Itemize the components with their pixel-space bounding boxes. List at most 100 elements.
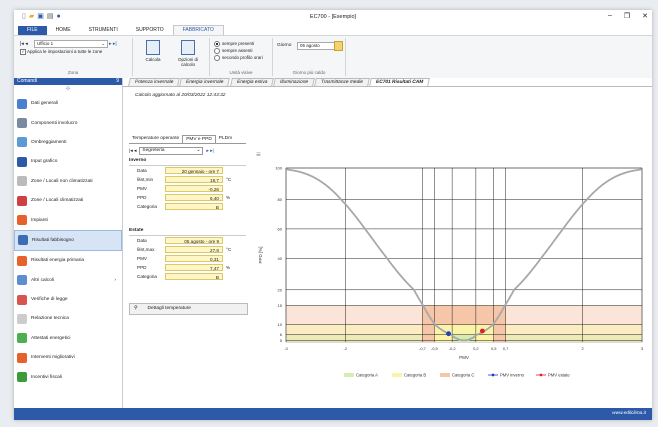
tab-strumenti[interactable]: STRUMENTI [80,26,127,35]
leaf-icon [17,372,27,383]
wall-icon [17,118,27,129]
row-label: PMV [137,186,147,191]
sidebar-item[interactable]: Altri calcoli › [14,271,122,290]
calendar-icon[interactable] [334,41,343,51]
legend-label: PMV inverno [500,373,525,378]
inverno-title: Inverno [129,158,246,166]
giorno-select[interactable]: 05 agosto [297,42,335,50]
tab-fabbricato[interactable]: FABBRICATO [172,25,224,35]
sidebar-item-label: Zone / Locali non climatizzati [31,178,93,184]
zona-group: |◂ ◂ Ufficio 1 ⌄ ▸ ▸| ✓ Applica le impost… [14,38,133,76]
radio-profilo-orari[interactable]: secondo profilo orari [214,54,263,61]
result-tab[interactable]: EC701 Risultati CAM [369,78,431,86]
estate-row: PPD 7,47% [129,263,246,272]
first-prev-arrows[interactable]: |◂ ◂ [129,149,136,154]
legend-marker [539,373,543,377]
sidebar-item[interactable]: Attestati energetici [14,329,122,348]
sidebar-item[interactable]: Zone / Locali climatizzati [14,191,122,210]
opzioni-calcolo-button[interactable]: Opzioni di calcolo [171,40,205,67]
search-icon: ⚲ [134,306,138,311]
sidebar-item[interactable]: Componenti involucro [14,113,122,132]
x-tick-label: -0,7 [419,346,427,351]
sidebar-item[interactable]: Relazione tecnica [14,309,122,328]
row-label: Categoria [137,274,157,279]
sidebar-item-label: Verifiche di legge [31,297,68,303]
tab-file[interactable]: FILE [18,26,47,35]
sidebar-item[interactable]: Risultati fabbisogno [14,229,122,252]
radio-sempre-assenti[interactable]: sempre assenti [214,47,263,54]
folder-icon [17,98,27,109]
sidebar-item[interactable]: Input grafico [14,152,122,171]
close-button[interactable]: ✕ [642,12,648,20]
sidebar-item[interactable]: Zone / Locali non climatizzati [14,172,122,191]
result-tab[interactable]: Illuminazione [273,78,316,86]
app-window: ▯ ▰ ▣ ▤ ● EC700 - [Esempio] – ❐ ✕ FILE H… [14,10,652,420]
sidebar-item-label: Incentivi fiscali [31,374,62,380]
row-unit: % [226,195,231,200]
sidebar: Comandi 9 ⊹ Dati generali Componenti invo… [14,78,123,408]
sub-tab[interactable]: PLDm [216,135,235,142]
zone-nav-arrows-left[interactable]: |◂ ◂ [20,41,28,47]
sidebar-item[interactable]: Verifiche di legge [14,290,122,309]
sidebar-item[interactable]: Interventi migliorativi [14,348,122,367]
main-panel: Potenza invernale Energia invernale Energi… [123,78,652,408]
tab-supporto[interactable]: SUPPORTO [127,26,173,35]
row-label: PMV [137,256,147,261]
website-link[interactable]: www.edilclima.it [612,411,652,416]
zone-nav-arrows-right[interactable]: ▸ ▸| [109,41,117,47]
radio-sempre-presenti[interactable]: sempre presenti [214,40,263,47]
result-tab[interactable]: Trasmittanze medie [314,78,370,86]
y-axis-label: PPD [%] [258,246,263,263]
ribbon: |◂ ◂ Ufficio 1 ⌄ ▸ ▸| ✓ Applica le impost… [14,35,652,79]
row-label: PPD [137,265,147,270]
menu-icon[interactable]: ≡ [256,150,261,159]
sidebar-item[interactable]: Risultati energia primaria [14,251,122,270]
legend-label: Categoria C [452,373,474,378]
row-label: Categoria [137,204,157,209]
inverno-row: Data 20 gennaio - ore 7 [129,166,246,175]
maximize-button[interactable]: ❐ [624,12,630,20]
sidebar-item[interactable]: Dati generali [14,94,122,113]
flame-icon [17,215,27,226]
minimize-button[interactable]: – [608,12,612,20]
result-tabs: Potenza invernale Energia invernale Energi… [123,78,652,87]
calc-timestamp: Calcolo aggiornato al 20/03/2022 12:43:3… [135,93,226,98]
sidebar-item-label: Relazione tecnica [31,316,69,322]
row-label: θint,min [137,177,154,182]
x-tick-label: 0,2 [473,346,479,351]
row-label: Data [137,238,147,243]
inverno-row: PPD 6,40% [129,193,246,202]
sub-tab[interactable]: PMV e PPD [182,135,216,143]
window-title: EC700 - [Esempio] [309,14,357,20]
apply-all-zones-checkbox[interactable]: ✓ Applica le impostazioni a tutte le zon… [20,49,102,55]
primary-energy-icon [17,255,27,266]
zone-select[interactable]: Ufficio 1 ⌄ [34,40,108,48]
y-tick-label: 5 [280,338,283,343]
result-tab[interactable]: Energia estiva [229,78,275,86]
dettagli-temperature-button[interactable]: ⚲ Dettagli temperature [129,303,248,315]
result-tab[interactable]: Energia invernale [179,78,231,86]
sidebar-item[interactable]: Ombreggiamenti [14,133,122,152]
legend-swatch [440,373,450,377]
pin-icon[interactable]: ⊹ [14,85,122,94]
tab-home[interactable]: HOME [47,26,80,35]
estate-row: θint,max 27,8 °C [129,245,246,254]
sidebar-item[interactable]: Incentivi fiscali [14,367,122,386]
row-unit: °C [226,177,232,182]
sidebar-item-label: Zone / Locali climatizzati [31,198,84,204]
calcola-button[interactable]: Calcola [139,40,167,62]
report-icon [17,313,27,324]
sub-tabs: Temperature operante PMV e PPD PLDm [129,135,235,143]
next-last-arrows[interactable]: ▸ ▸| [206,149,213,154]
sidebar-item-label: Input grafico [31,159,58,165]
chart-svg: 56 10 15 20 40 60 80 100 -3 -2 -0,7 -0,5 -0,2 0,2 0,5 0… [258,166,644,378]
sub-tab[interactable]: Temperature operante [129,135,182,142]
result-tab[interactable]: Potenza invernale [128,78,181,86]
graphic-input-icon [17,156,27,167]
sidebar-item[interactable]: Impianti [14,210,122,229]
room-select[interactable]: Segreteria ⌄ [139,147,204,155]
y-tick-label: 20 [278,287,283,292]
y-tick-label: 100 [275,166,282,171]
sidebar-items: Dati generali Componenti involucro Ombregg… [14,94,122,387]
pmv-ppd-chart: 5 6 10 15 20 40 60 80 100 -3 -2 -0,7 -0,5 -0,2 0,2 0,5 0… [254,160,652,400]
